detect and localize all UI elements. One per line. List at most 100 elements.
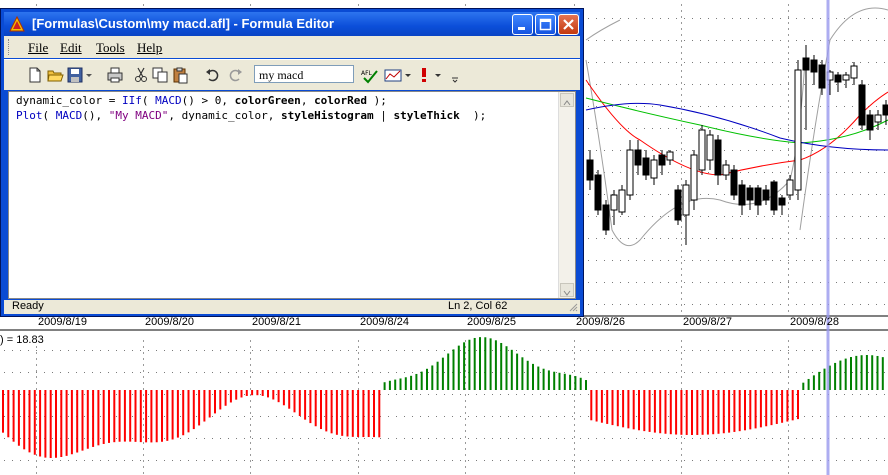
grid-dot xyxy=(188,438,189,439)
grid-dot xyxy=(681,454,682,456)
code-line[interactable]: Plot( MACD(), "My MACD", dynamic_color, … xyxy=(16,109,486,122)
grid-dot xyxy=(556,438,557,439)
grid-dot xyxy=(628,304,629,305)
grid-dot xyxy=(668,350,669,351)
grid-dot xyxy=(788,216,789,217)
grid-dot xyxy=(668,18,669,19)
menu-help[interactable]: Help xyxy=(137,40,162,56)
grid-dot xyxy=(4,350,5,351)
grid-dot xyxy=(316,350,317,351)
copy-icon[interactable] xyxy=(151,66,169,84)
toolbar-overflow-icon[interactable] xyxy=(450,66,460,84)
menu-edit[interactable]: Edit xyxy=(60,40,82,56)
menu-tools[interactable]: Tools xyxy=(96,40,125,56)
grid-dot xyxy=(396,416,397,417)
grid-dot xyxy=(788,292,789,294)
maximize-button[interactable] xyxy=(535,14,556,35)
resize-grip-icon[interactable] xyxy=(568,302,578,312)
redo-icon[interactable] xyxy=(226,66,244,84)
grid-dot xyxy=(428,438,429,439)
grid-dot xyxy=(52,416,53,417)
grid-dot xyxy=(620,438,621,439)
grid-dot xyxy=(676,304,677,305)
grid-dot xyxy=(788,454,789,456)
grid-dot xyxy=(868,372,869,373)
grid-dot xyxy=(692,438,693,439)
open-folder-icon[interactable] xyxy=(46,66,64,84)
grid-dot xyxy=(772,350,773,351)
grid-dot xyxy=(652,260,653,261)
code-token: colorGreen xyxy=(234,94,301,107)
grid-dot xyxy=(564,394,565,395)
insert-chart-icon[interactable] xyxy=(418,66,444,84)
grid-dot xyxy=(812,372,813,373)
grid-dot xyxy=(724,40,725,41)
formula-name-field[interactable]: my macd xyxy=(254,65,354,83)
save-dropdown-icon[interactable] xyxy=(84,66,94,84)
grid-dot xyxy=(164,350,165,351)
grid-dot xyxy=(484,416,485,417)
grid-dot xyxy=(788,250,789,252)
grid-dot xyxy=(676,282,677,283)
grid-dot xyxy=(876,238,877,239)
grid-dot xyxy=(681,118,682,120)
code-line[interactable]: dynamic_color = IIf( MACD() > 0, colorGr… xyxy=(16,94,387,107)
undo-icon[interactable] xyxy=(204,66,222,84)
grid-dot xyxy=(36,388,37,390)
grid-dot xyxy=(596,238,597,239)
grid-dot xyxy=(780,260,781,261)
code-editor[interactable]: dynamic_color = IIf( MACD() > 0, colorGr… xyxy=(8,91,576,299)
apply-indicator-icon[interactable] xyxy=(384,66,412,84)
grid-dot xyxy=(588,128,589,129)
cut-icon[interactable] xyxy=(132,66,150,84)
grid-dot xyxy=(700,394,701,395)
vertical-scrollbar[interactable] xyxy=(558,92,575,298)
grid-dot xyxy=(660,238,661,239)
grid-dot xyxy=(844,216,845,217)
grid-dot xyxy=(644,438,645,439)
grid-dot xyxy=(668,84,669,85)
grid-dot xyxy=(220,350,221,351)
grid-dot xyxy=(692,128,693,129)
grid-dot xyxy=(140,350,141,351)
date-label: 2009/8/26 xyxy=(576,316,625,328)
grid-dot xyxy=(372,350,373,351)
title-bar[interactable]: [Formulas\Custom\my macd.afl] - Formula … xyxy=(4,12,580,36)
grid-dot xyxy=(788,62,789,63)
grid-dot xyxy=(692,350,693,351)
grid-dot xyxy=(452,394,453,395)
grid-dot xyxy=(644,238,645,239)
close-button[interactable] xyxy=(558,14,579,35)
grid-dot xyxy=(668,62,669,63)
new-file-icon[interactable] xyxy=(26,66,44,84)
grid-dot xyxy=(716,438,717,439)
menu-file[interactable]: File xyxy=(28,40,48,56)
paste-icon[interactable] xyxy=(171,66,189,84)
grid-dot xyxy=(652,84,653,85)
grid-dot xyxy=(852,84,853,85)
grid-dot xyxy=(250,442,251,444)
grid-dot xyxy=(372,460,373,461)
grid-dot xyxy=(412,372,413,373)
minimize-button[interactable] xyxy=(512,14,533,35)
grid-dot xyxy=(788,364,789,366)
grid-dot xyxy=(748,128,749,129)
grid-dot xyxy=(564,460,565,461)
grid-dot xyxy=(804,106,805,107)
grid-dot xyxy=(788,268,789,270)
save-icon[interactable] xyxy=(66,66,84,84)
grid-dot xyxy=(884,372,885,373)
grid-dot xyxy=(250,376,251,378)
scroll-up-button[interactable] xyxy=(560,93,574,107)
grid-dot xyxy=(860,460,861,461)
verify-syntax-icon[interactable]: AFL xyxy=(360,66,380,84)
grid-dot xyxy=(404,394,405,395)
grid-dot xyxy=(788,18,789,19)
grid-dot xyxy=(652,150,653,151)
grid-dot xyxy=(681,388,682,390)
grid-dot xyxy=(788,82,789,84)
print-icon[interactable] xyxy=(106,66,124,84)
grid-dot xyxy=(788,282,789,283)
formula-editor-window[interactable]: [Formulas\Custom\my macd.afl] - Formula … xyxy=(0,8,584,317)
scroll-down-button[interactable] xyxy=(560,283,574,297)
